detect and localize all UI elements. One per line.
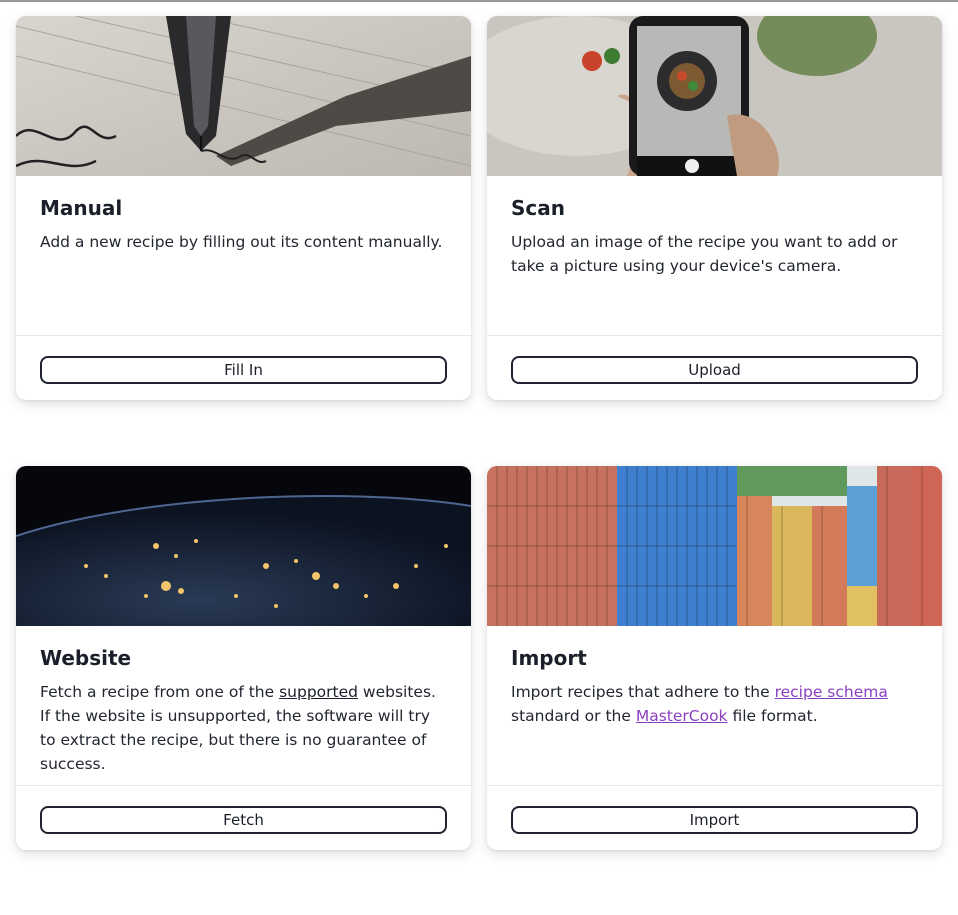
card-description: Import recipes that adhere to the recipe…: [511, 680, 918, 728]
phone-camera-image: [487, 16, 942, 176]
card-body: Manual Add a new recipe by filling out i…: [16, 176, 471, 316]
recipe-schema-link[interactable]: recipe schema: [775, 683, 888, 701]
card-description: Upload an image of the recipe you want t…: [511, 233, 898, 275]
card-footer: Fill In: [16, 335, 471, 400]
card-title: Website: [40, 646, 132, 670]
card-footer: Upload: [487, 335, 942, 400]
fetch-button[interactable]: Fetch: [40, 806, 447, 834]
top-divider: [0, 0, 958, 2]
import-button[interactable]: Import: [511, 806, 918, 834]
fill-in-button[interactable]: Fill In: [40, 356, 447, 384]
scan-card: Scan Upload an image of the recipe you w…: [487, 16, 942, 400]
supported-websites-link[interactable]: supported: [279, 683, 358, 701]
shipping-containers-image: [487, 466, 942, 626]
description-text: Import recipes that adhere to the: [511, 683, 775, 701]
pen-writing-image: [16, 16, 471, 176]
card-description: Fetch a recipe from one of the supported…: [40, 680, 447, 776]
website-card: Website Fetch a recipe from one of the s…: [16, 466, 471, 850]
card-footer: Import: [487, 785, 942, 850]
card-title: Scan: [511, 196, 565, 220]
card-body: Scan Upload an image of the recipe you w…: [487, 176, 942, 316]
description-text: Fetch a recipe from one of the: [40, 683, 280, 701]
description-text: standard or the: [511, 707, 636, 725]
manual-card: Manual Add a new recipe by filling out i…: [16, 16, 471, 400]
card-title: Manual: [40, 196, 123, 220]
card-body: Website Fetch a recipe from one of the s…: [16, 626, 471, 773]
description-text: file format.: [727, 707, 818, 725]
card-title: Import: [511, 646, 587, 670]
mastercook-link[interactable]: MasterCook: [636, 707, 728, 725]
earth-night-image: [16, 466, 471, 626]
upload-button[interactable]: Upload: [511, 356, 918, 384]
card-body: Import Import recipes that adhere to the…: [487, 626, 942, 766]
card-footer: Fetch: [16, 785, 471, 850]
card-description: Add a new recipe by filling out its cont…: [40, 233, 443, 251]
import-card: Import Import recipes that adhere to the…: [487, 466, 942, 850]
